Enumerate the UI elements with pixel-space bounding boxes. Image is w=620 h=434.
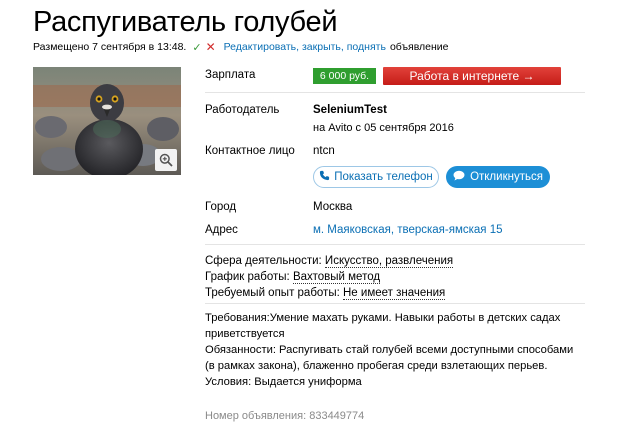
employer-name[interactable]: SeleniumTest xyxy=(313,104,387,116)
show-phone-label: Показать телефон xyxy=(334,171,433,183)
check-icon[interactable]: ✓ xyxy=(192,41,201,54)
posted-date: Размещено 7 сентября в 13:48. xyxy=(33,41,187,53)
edit-listing-link[interactable]: Редактировать, закрыть, поднять xyxy=(224,41,386,53)
respond-button[interactable]: Откликнуться xyxy=(446,166,550,188)
attribute-label: График работы: xyxy=(205,271,290,283)
job-description: Требования:Умение махать руками. Навыки … xyxy=(205,310,585,390)
contact-label: Контактное лицо xyxy=(205,145,295,157)
attribute-row: Сфера деятельности: Искусство, развлечен… xyxy=(205,255,454,268)
city-label: Город xyxy=(205,201,237,213)
city-value: Москва xyxy=(313,201,353,213)
attribute-value[interactable]: Искусство, развлечения xyxy=(324,255,454,268)
online-job-button[interactable]: Работа в интернете → xyxy=(383,67,561,85)
address-link[interactable]: м. Маяковская, тверская-ямская 15 xyxy=(313,224,503,236)
attribute-row: График работы: Вахтовый метод xyxy=(205,271,381,284)
attribute-label: Сфера деятельности: xyxy=(205,255,322,267)
cross-icon[interactable]: ✕ xyxy=(206,40,216,54)
employer-label: Работодатель xyxy=(205,104,280,116)
contact-name: ntcn xyxy=(313,145,335,157)
chat-bubble-icon xyxy=(453,170,465,184)
listing-meta: Размещено 7 сентября в 13:48. ✓ ✕ Редакт… xyxy=(33,40,449,54)
attribute-value[interactable]: Не имеет значения xyxy=(343,287,446,300)
attribute-label: Требуемый опыт работы: xyxy=(205,287,340,299)
page-title: Распугиватель голубей xyxy=(33,6,338,38)
attribute-value[interactable]: Вахтовый метод xyxy=(292,271,381,284)
attribute-row: Требуемый опыт работы: Не имеет значения xyxy=(205,287,446,300)
zoom-icon[interactable] xyxy=(155,149,177,171)
conditions-text: Условия: Выдается униформа xyxy=(205,376,362,388)
respond-label: Откликнуться xyxy=(470,171,543,183)
salary-label: Зарплата xyxy=(205,69,256,81)
employer-since: на Avito с 05 сентября 2016 xyxy=(313,122,454,134)
divider xyxy=(205,92,585,93)
divider xyxy=(205,244,585,245)
show-phone-button[interactable]: Показать телефон xyxy=(313,166,439,188)
salary-badge: 6 000 руб. xyxy=(313,68,376,84)
divider xyxy=(205,303,585,304)
ad-number: Номер объявления: 833449774 xyxy=(205,410,365,422)
phone-icon xyxy=(319,170,330,184)
address-label: Адрес xyxy=(205,224,238,236)
duties-text: Обязанности: Распугивать стай голубей вс… xyxy=(205,344,574,372)
listing-suffix: объявление xyxy=(389,41,449,53)
listing-photo[interactable] xyxy=(33,67,181,175)
requirements-text: Требования:Умение махать руками. Навыки … xyxy=(205,312,561,340)
